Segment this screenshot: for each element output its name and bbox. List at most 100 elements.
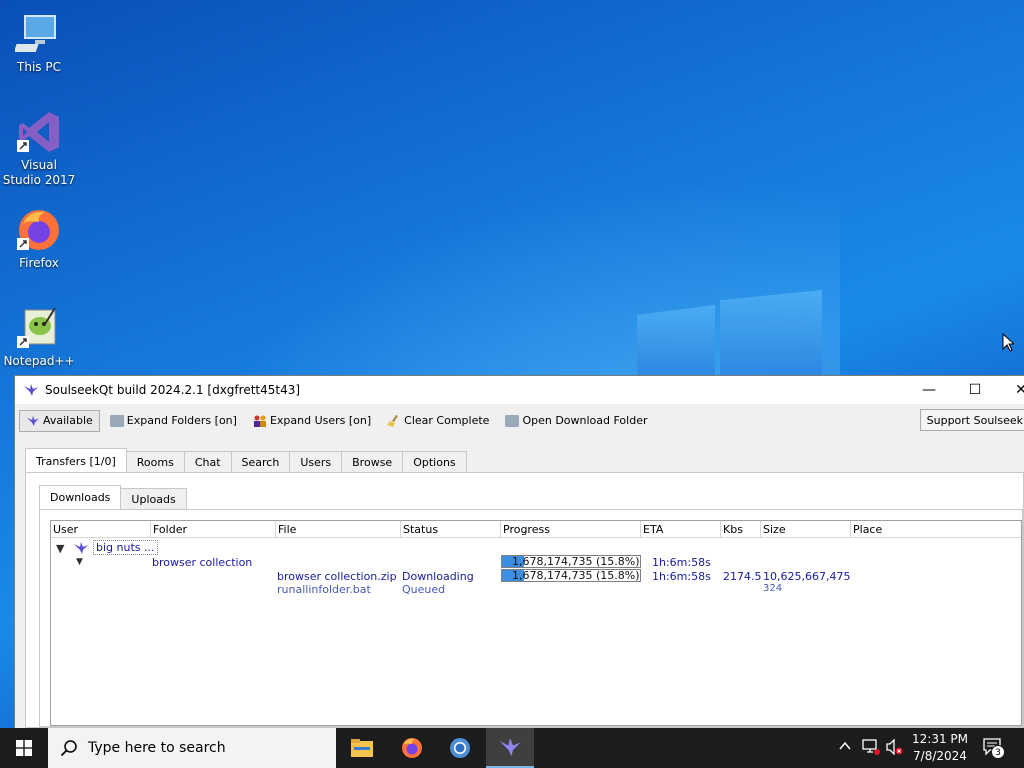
desktop-icon-label: Notepad++ (3, 354, 75, 368)
expand-folders-button[interactable]: Expand Folders [on] (104, 410, 243, 432)
clear-complete-label: Clear Complete (404, 414, 490, 427)
open-download-folder-button[interactable]: Open Download Folder (499, 410, 653, 432)
network-button[interactable] (862, 739, 880, 758)
file-size: 10,625,667,475 (763, 570, 851, 583)
support-soulseek-button[interactable]: Support Soulseek (919, 409, 1024, 431)
firefox-icon (15, 206, 63, 254)
wallpaper-logo-pane (720, 290, 822, 375)
downloads-panel: User Folder File Status Progress ETA Kbs… (39, 509, 1023, 727)
search-placeholder: Type here to search (88, 740, 226, 756)
show-hidden-icons-button[interactable] (838, 739, 852, 756)
chrome-icon (450, 738, 470, 758)
desktop-icon-this-pc[interactable]: This PC (1, 10, 77, 75)
col-place[interactable]: Place (851, 521, 1001, 538)
col-file[interactable]: File (276, 521, 401, 538)
file-progress-bar: 1,678,174,735 (15.8%) (501, 569, 641, 582)
soulseek-bird-icon (24, 384, 38, 396)
expand-arrow-icon[interactable]: ▼ (56, 542, 64, 555)
transfer-folder[interactable]: browser collection (152, 556, 252, 569)
soulseek-bird-icon (499, 738, 521, 756)
window-titlebar[interactable]: SoulseekQt build 2024.2.1 [dxgfrett45t43… (15, 376, 1024, 404)
network-icon (862, 739, 880, 755)
col-progress[interactable]: Progress (501, 521, 641, 538)
sub-tabs: Downloads Uploads (39, 485, 187, 509)
file-size: 324 (763, 583, 783, 594)
desktop-icon-label: Firefox (19, 256, 59, 270)
column-header: User Folder File Status Progress ETA Kbs… (51, 521, 1021, 538)
window-title: SoulseekQt build 2024.2.1 [dxgfrett45t43… (45, 383, 301, 397)
notepadpp-icon (15, 304, 63, 352)
soulseek-bird-icon (27, 415, 39, 426)
tab-users[interactable]: Users (289, 451, 343, 472)
col-eta[interactable]: ETA (641, 521, 721, 538)
desktop-icon-label: This PC (17, 60, 61, 74)
col-status[interactable]: Status (401, 521, 501, 538)
clear-complete-button[interactable]: Clear Complete (381, 410, 495, 432)
tab-browse[interactable]: Browse (341, 451, 404, 472)
action-center-button[interactable]: 3 (983, 738, 1005, 759)
computer-icon (13, 10, 63, 58)
taskbar-firefox[interactable] (388, 728, 436, 768)
desktop-icon-visual-studio[interactable]: Visual Studio 2017 (1, 108, 77, 188)
tab-options[interactable]: Options (402, 451, 467, 472)
firefox-icon (402, 738, 422, 758)
minimize-button[interactable]: — (906, 376, 952, 404)
taskbar-search-box[interactable]: Type here to search (48, 728, 336, 768)
taskbar-soulseek[interactable] (486, 728, 534, 768)
file-kbs: 2174.5 (723, 570, 762, 583)
main-tabs: Transfers [1/0] Rooms Chat Search Users … (25, 448, 467, 473)
notification-count-badge: 3 (991, 745, 1005, 759)
expand-arrow-icon[interactable]: ▼ (76, 557, 83, 567)
status-label: Available (43, 414, 93, 427)
wallpaper-logo-pane (637, 305, 715, 375)
status-button[interactable]: Available (19, 409, 100, 432)
soulseek-bird-icon (74, 542, 88, 554)
volume-button[interactable] (886, 738, 904, 758)
folder-icon (505, 414, 520, 427)
desktop-icon-firefox[interactable]: Firefox (1, 206, 77, 271)
tab-rooms[interactable]: Rooms (125, 451, 185, 472)
maximize-button[interactable]: ☐ (952, 376, 998, 404)
file-status: Downloading (402, 570, 474, 583)
transfer-user[interactable]: big nuts ... (93, 540, 158, 555)
col-folder[interactable]: Folder (151, 521, 276, 538)
taskbar-clock[interactable]: 12:31 PM 7/8/2024 (905, 731, 975, 765)
tab-downloads[interactable]: Downloads (39, 485, 122, 509)
progress-text: 1,678,174,735 (15.8%) (512, 555, 640, 568)
tab-transfers[interactable]: Transfers [1/0] (25, 448, 127, 473)
expand-users-button[interactable]: Expand Users [on] (247, 410, 377, 432)
desktop-icon-notepadpp[interactable]: Notepad++ (1, 304, 77, 369)
search-icon (60, 740, 77, 757)
file-status: Queued (402, 583, 446, 596)
tab-uploads[interactable]: Uploads (120, 488, 187, 509)
expand-users-label: Expand Users [on] (269, 414, 372, 427)
clock-time: 12:31 PM (912, 732, 968, 746)
col-user[interactable]: User (51, 521, 151, 538)
users-icon (253, 415, 266, 427)
col-size[interactable]: Size (761, 521, 851, 538)
col-kbs[interactable]: Kbs (721, 521, 761, 538)
tab-chat[interactable]: Chat (183, 451, 232, 472)
file-eta: 1h:6m:58s (652, 570, 711, 583)
desktop-icon-label: Visual Studio 2017 (2, 158, 76, 187)
file-name[interactable]: runallinfolder.bat (277, 583, 371, 596)
broom-icon (387, 414, 399, 427)
volume-muted-icon (886, 738, 903, 756)
chevron-up-icon (839, 741, 851, 750)
transfers-panel: Downloads Uploads User Folder File Statu… (25, 472, 1024, 728)
folder-icon (109, 414, 124, 427)
downloads-tree[interactable]: User Folder File Status Progress ETA Kbs… (50, 520, 1022, 726)
folder-progress-bar: 1,678,174,735 (15.8%) (501, 555, 641, 568)
taskbar-chrome[interactable] (436, 728, 484, 768)
file-name[interactable]: browser collection.zip (277, 570, 397, 583)
taskbar-file-explorer[interactable] (338, 728, 386, 768)
soulseek-window: SoulseekQt build 2024.2.1 [dxgfrett45t43… (14, 375, 1024, 728)
visual-studio-icon (15, 108, 63, 156)
file-explorer-icon (351, 739, 373, 757)
taskbar: Type here to search 12:31 PM 7/8/2024 3 (0, 728, 1024, 768)
close-button[interactable]: ✕ (998, 376, 1024, 404)
tab-search[interactable]: Search (230, 451, 291, 472)
clock-date: 7/8/2024 (913, 749, 967, 763)
expand-folders-label: Expand Folders [on] (126, 414, 237, 427)
start-button[interactable] (0, 728, 48, 768)
